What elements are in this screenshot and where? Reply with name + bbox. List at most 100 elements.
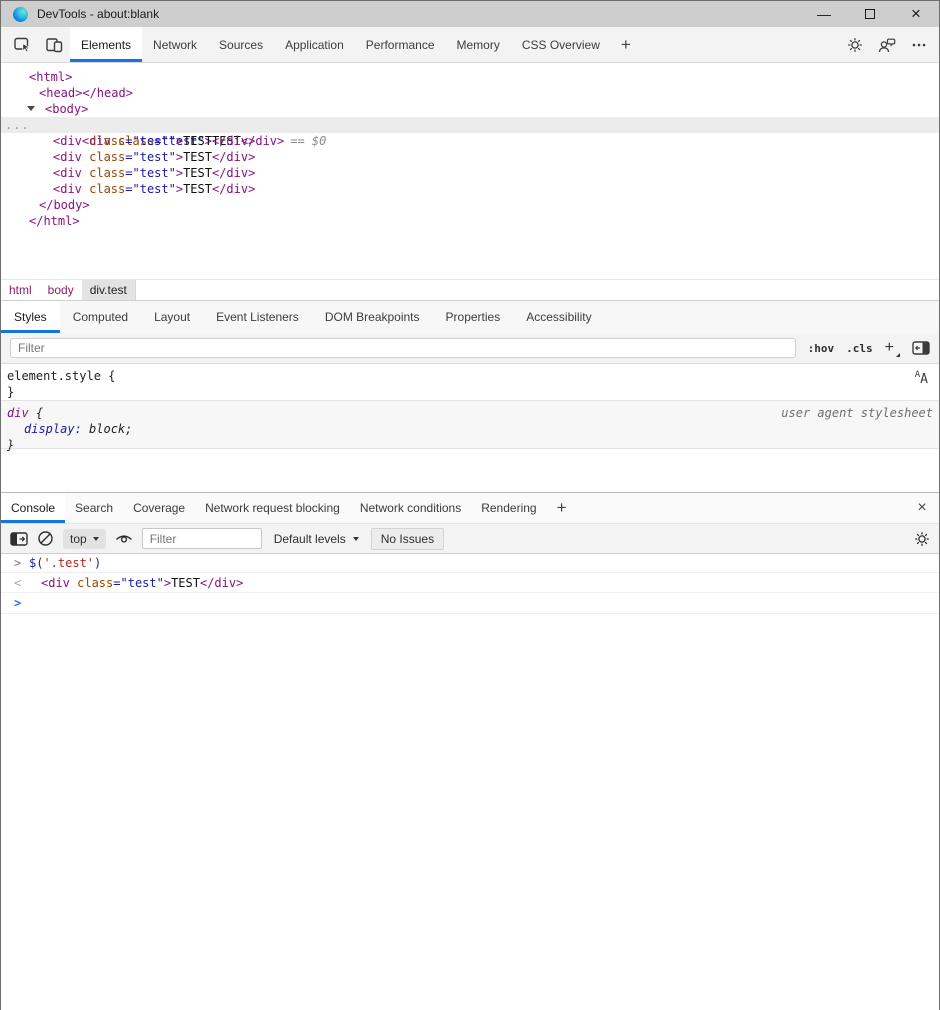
issues-counter[interactable]: No Issues bbox=[371, 528, 444, 550]
live-expression-button[interactable] bbox=[115, 532, 133, 546]
tab-dom-breakpoints[interactable]: DOM Breakpoints bbox=[312, 301, 433, 333]
style-selector: element.style bbox=[7, 369, 101, 383]
tree-row-html-close[interactable]: </html> bbox=[1, 213, 939, 229]
devtools-window: { "titlebar": { "title": "DevTools - abo… bbox=[0, 0, 940, 1010]
tab-styles[interactable]: Styles bbox=[1, 301, 60, 333]
div-close-tag: </div> bbox=[212, 134, 255, 148]
tree-row-div[interactable]: <div class="test">TEST</div> bbox=[1, 165, 939, 181]
tab-label: Memory bbox=[457, 38, 500, 52]
stylesheet-origin: user agent stylesheet bbox=[781, 405, 933, 421]
tab-label: Accessibility bbox=[526, 310, 591, 324]
div-gt: > bbox=[176, 166, 183, 180]
div-attr-value: ="test" bbox=[125, 182, 176, 196]
styles-toolbar: :hov .cls + bbox=[1, 333, 939, 364]
tab-network[interactable]: Network bbox=[142, 27, 208, 62]
expand-arrow-icon[interactable] bbox=[27, 106, 35, 111]
user-agent-rule[interactable]: div { display: block; } user agent style… bbox=[1, 401, 939, 449]
device-toolbar-button[interactable] bbox=[38, 27, 70, 62]
device-emulation-icon bbox=[46, 37, 63, 53]
font-size-icon[interactable]: AA bbox=[915, 371, 928, 386]
close-brace: } bbox=[7, 385, 14, 399]
console-filter-input[interactable] bbox=[142, 528, 262, 549]
tree-row-head[interactable]: <head></head> bbox=[1, 85, 939, 101]
close-button[interactable]: × bbox=[893, 1, 939, 27]
echo-string: '.test' bbox=[43, 556, 94, 570]
tab-elements[interactable]: Elements bbox=[70, 27, 142, 62]
tree-row-div[interactable]: <div class="test">TEST</div> bbox=[1, 181, 939, 197]
tab-console[interactable]: Console bbox=[1, 493, 65, 523]
clear-console-button[interactable] bbox=[37, 530, 54, 547]
breadcrumb-html[interactable]: html bbox=[1, 280, 40, 300]
chevron-right-icon: > bbox=[14, 554, 21, 573]
feedback-button[interactable] bbox=[871, 27, 903, 62]
execution-context-selector[interactable]: top bbox=[63, 529, 106, 549]
tab-label: Network bbox=[153, 38, 197, 52]
div-attr-name: class bbox=[82, 134, 125, 148]
sidebar-pane-tabs: Styles Computed Layout Event Listeners D… bbox=[1, 301, 939, 333]
console-command-result[interactable]: <<div class="test">TEST</div> bbox=[1, 573, 939, 593]
tab-css-overview[interactable]: CSS Overview bbox=[511, 27, 611, 62]
plus-icon: + bbox=[557, 498, 567, 518]
settings-button[interactable] bbox=[839, 27, 871, 62]
more-options-button[interactable] bbox=[903, 27, 935, 62]
div-text: TEST bbox=[183, 182, 212, 196]
breadcrumb-body[interactable]: body bbox=[40, 280, 82, 300]
echo-code: ) bbox=[94, 556, 101, 570]
tab-computed[interactable]: Computed bbox=[60, 301, 141, 333]
maximize-icon bbox=[865, 9, 875, 19]
tab-search[interactable]: Search bbox=[65, 493, 123, 523]
window-controls: — × bbox=[801, 1, 939, 27]
toggle-computed-sidebar-button[interactable] bbox=[912, 341, 930, 355]
tree-row-body-open[interactable]: <body> bbox=[1, 101, 939, 117]
styles-filter-input[interactable] bbox=[10, 338, 796, 358]
div-gt: > bbox=[176, 134, 183, 148]
console-messages: >$('.test') <<div class="test">TEST</div… bbox=[1, 554, 939, 614]
tab-label: Styles bbox=[14, 310, 47, 324]
toggle-element-classes-button[interactable]: .cls bbox=[846, 342, 873, 355]
levels-label: Default levels bbox=[274, 532, 346, 546]
tab-sources[interactable]: Sources bbox=[208, 27, 274, 62]
node-menu-icon[interactable]: ... bbox=[5, 117, 30, 133]
breadcrumb-div-test[interactable]: div.test bbox=[82, 280, 136, 300]
tree-row-html-open[interactable]: <html> bbox=[1, 69, 939, 85]
console-input[interactable]: > bbox=[1, 593, 939, 614]
element-style-rule[interactable]: element.style { } AA bbox=[1, 364, 939, 401]
tab-label: DOM Breakpoints bbox=[325, 310, 420, 324]
body-open-tag: <body> bbox=[39, 102, 88, 116]
new-style-rule-button[interactable]: + bbox=[885, 341, 900, 355]
tree-row-div[interactable]: <div class="test">TEST</div> bbox=[1, 149, 939, 165]
console-sidebar-button[interactable] bbox=[10, 532, 28, 546]
tab-event-listeners[interactable]: Event Listeners bbox=[203, 301, 312, 333]
tab-memory[interactable]: Memory bbox=[446, 27, 511, 62]
close-drawer-button[interactable]: × bbox=[905, 493, 939, 523]
tab-performance[interactable]: Performance bbox=[355, 27, 446, 62]
tab-application[interactable]: Application bbox=[274, 27, 355, 62]
tab-properties[interactable]: Properties bbox=[433, 301, 514, 333]
tree-row-div-selected[interactable]: ...<div class="test">TEST</div>== $0 bbox=[1, 117, 939, 133]
console-command-echo[interactable]: >$('.test') bbox=[1, 554, 939, 573]
eye-icon bbox=[115, 532, 133, 546]
tab-network-conditions[interactable]: Network conditions bbox=[350, 493, 471, 523]
drawer-tabs: Console Search Coverage Network request … bbox=[1, 493, 939, 523]
log-levels-selector[interactable]: Default levels bbox=[274, 532, 359, 546]
panel-left-icon bbox=[10, 532, 28, 546]
inspect-element-button[interactable] bbox=[6, 27, 38, 62]
tab-layout[interactable]: Layout bbox=[141, 301, 203, 333]
maximize-button[interactable] bbox=[847, 1, 893, 27]
tree-row-body-close[interactable]: </body> bbox=[1, 197, 939, 213]
tab-rendering[interactable]: Rendering bbox=[471, 493, 546, 523]
minimize-button[interactable]: — bbox=[801, 1, 847, 27]
breadcrumb: html body div.test bbox=[1, 279, 939, 301]
console-settings-button[interactable] bbox=[914, 531, 930, 547]
tab-accessibility[interactable]: Accessibility bbox=[513, 301, 604, 333]
tab-network-request-blocking[interactable]: Network request blocking bbox=[195, 493, 350, 523]
tree-row-div[interactable]: <div class="test">TEST</div> bbox=[1, 133, 939, 149]
toggle-pseudo-state-button[interactable]: :hov bbox=[808, 342, 835, 355]
more-drawer-tabs-button[interactable]: + bbox=[547, 493, 577, 523]
tab-coverage[interactable]: Coverage bbox=[123, 493, 195, 523]
div-close-tag: </div> bbox=[212, 166, 255, 180]
tab-label: Network conditions bbox=[360, 501, 461, 515]
more-tabs-button[interactable]: + bbox=[611, 27, 641, 62]
div-gt: > bbox=[176, 150, 183, 164]
div-text: TEST bbox=[183, 150, 212, 164]
